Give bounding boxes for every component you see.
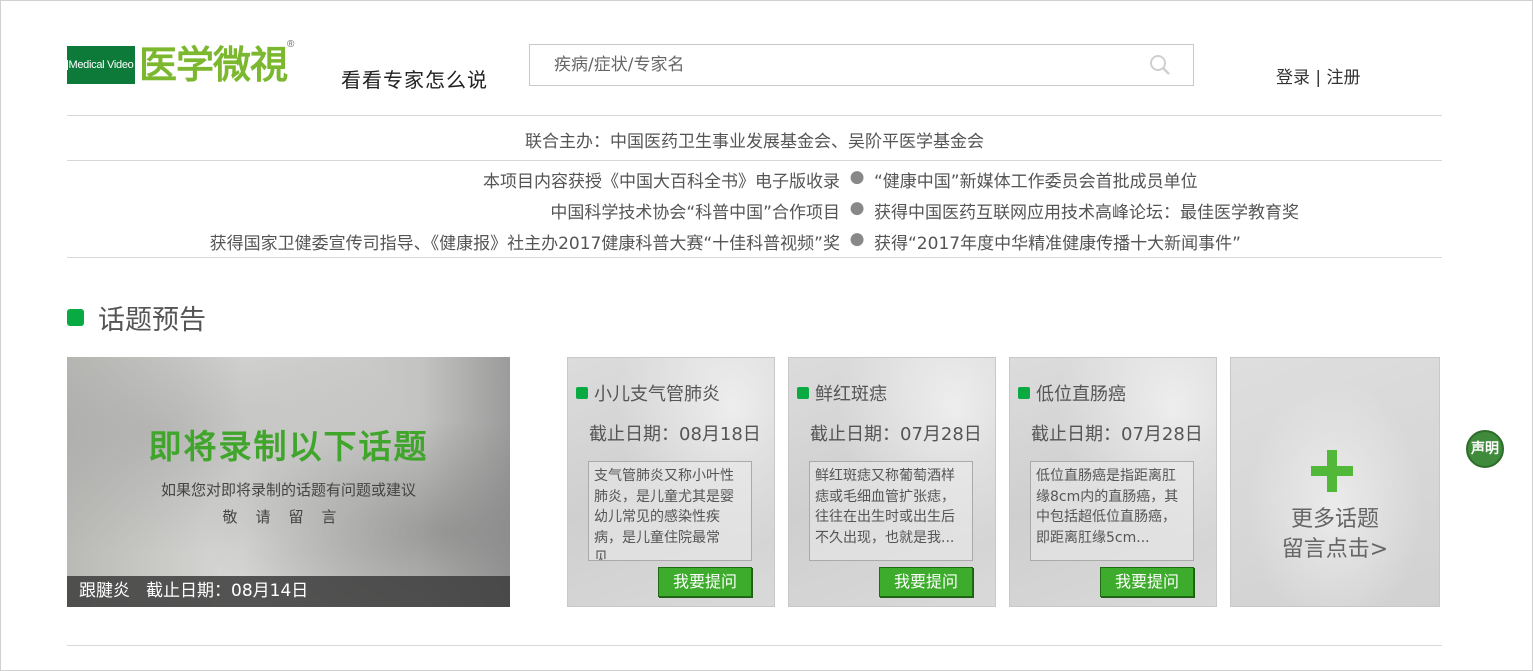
green-square-icon: [797, 387, 809, 399]
more-topics-label: 更多话题: [1290, 507, 1379, 532]
honor-left: 获得国家卫健委宣传司指导、《健康报》社主办2017健康科普大赛“十佳科普视频”奖: [209, 234, 840, 254]
honor-left: 中国科学技术协会“科普中国”合作项目: [550, 203, 840, 223]
topic-card: 低位直肠癌 截止日期：07月28日 低位直肠癌是指距离肛缘8cm内的直肠癌，其中…: [1009, 357, 1217, 607]
topic-card-header: 小儿支气管肺炎: [576, 380, 720, 406]
topic-card-title: 小儿支气管肺炎: [594, 384, 720, 405]
auth-separator: |: [1310, 68, 1327, 88]
topic-card-description: 低位直肠癌是指距离肛缘8cm内的直肠癌，其中包括超低位直肠癌，即距离肛缘5cm.…: [1030, 461, 1194, 561]
topic-card-deadline: 截止日期：08月18日: [589, 424, 761, 445]
login-link[interactable]: 登录: [1276, 68, 1310, 88]
banner-subtitle-2: 敬请留言: [222, 508, 355, 526]
leave-message-link[interactable]: 留言点击>: [1231, 531, 1439, 563]
logo-en-box: Medical Video: [67, 46, 135, 84]
section-title: 话题预告: [67, 298, 206, 337]
green-square-icon: [576, 387, 588, 399]
topic-card-title: 鲜红斑痣: [815, 384, 887, 405]
green-square-icon: [67, 309, 84, 326]
logo-en-text: Medical Video: [67, 59, 135, 71]
co-host-text: 联合主办：中国医药卫生事业发展基金会、吴阶平医学基金会: [525, 132, 984, 152]
topic-card: 鲜红斑痣 截止日期：07月28日 鲜红斑痣又称葡萄酒样痣或毛细血管扩张痣，往往在…: [788, 357, 996, 607]
search-box: [529, 44, 1194, 86]
topic-card-description: 鲜红斑痣又称葡萄酒样痣或毛细血管扩张痣，往往在出生时或出生后不久出现，也就是我.…: [809, 461, 973, 561]
honor-right: “健康中国”新媒体工作委员会首批成员单位: [874, 172, 1198, 192]
divider: [67, 257, 1442, 258]
more-topics-card[interactable]: 更多话题 留言点击>: [1230, 357, 1440, 607]
honor-left: 本项目内容获授《中国大百科全书》电子版收录: [483, 172, 840, 192]
logo-registered-mark: ®: [287, 39, 295, 50]
green-square-icon: [1018, 387, 1030, 399]
honor-right: 获得“2017年度中华精准健康传播十大新闻事件”: [874, 234, 1241, 254]
topic-card-header: 低位直肠癌: [1018, 380, 1126, 406]
topic-card-description: 支气管肺炎又称小叶性肺炎，是儿童尤其是婴幼儿常见的感染性疾病，是儿童住院最常见.…: [588, 461, 752, 561]
banner-deadline: 截止日期：08月14日: [146, 581, 309, 601]
honor-row: 中国科学技术协会“科普中国”合作项目 ● 获得中国医药互联网应用技术高峰论坛：最…: [67, 198, 1442, 223]
site-logo[interactable]: Medical Video 医学微視 ®: [67, 39, 294, 89]
topic-card-title: 低位直肠癌: [1036, 384, 1126, 405]
logo-cn-text: 医学微視: [139, 43, 288, 87]
topic-card-deadline: 截止日期：07月28日: [1031, 424, 1203, 445]
plus-icon: [1311, 450, 1353, 492]
register-link[interactable]: 注册: [1327, 68, 1361, 88]
divider: [67, 645, 1442, 646]
topic-card-header: 鲜红斑痣: [797, 380, 887, 406]
ask-question-button[interactable]: 我要提问: [658, 567, 752, 597]
declaration-button[interactable]: 声明: [1466, 430, 1504, 468]
bullet-dot: ●: [849, 198, 865, 218]
divider: [67, 160, 1442, 161]
search-icon[interactable]: [1149, 54, 1171, 76]
banner-topic: 跟腱炎: [79, 581, 130, 601]
banner-caption: 跟腱炎 截止日期：08月14日: [67, 576, 510, 607]
divider: [67, 115, 1442, 116]
topic-card: 小儿支气管肺炎 截止日期：08月18日 支气管肺炎又称小叶性肺炎，是儿童尤其是婴…: [567, 357, 775, 607]
auth-links: 登录 | 注册: [1276, 63, 1361, 88]
ask-question-button[interactable]: 我要提问: [1100, 567, 1194, 597]
honor-row: 本项目内容获授《中国大百科全书》电子版收录 ● “健康中国”新媒体工作委员会首批…: [67, 167, 1442, 192]
topic-card-deadline: 截止日期：07月28日: [810, 424, 982, 445]
banner-title: 即将录制以下话题: [148, 427, 429, 466]
honor-right: 获得中国医药互联网应用技术高峰论坛：最佳医学教育奖: [874, 203, 1299, 223]
upcoming-topic-banner[interactable]: 即将录制以下话题 如果您对即将录制的话题有问题或建议 敬请留言 跟腱炎 截止日期：…: [67, 357, 510, 607]
site-slogan: 看看专家怎么说: [341, 68, 488, 92]
honor-row: 获得国家卫健委宣传司指导、《健康报》社主办2017健康科普大赛“十佳科普视频”奖…: [67, 229, 1442, 254]
ask-question-button[interactable]: 我要提问: [879, 567, 973, 597]
bullet-dot: ●: [849, 229, 865, 249]
banner-subtitle: 如果您对即将录制的话题有问题或建议: [160, 481, 416, 499]
bullet-dot: ●: [849, 167, 865, 187]
search-input[interactable]: [530, 45, 1130, 85]
section-title-text: 话题预告: [98, 305, 206, 336]
